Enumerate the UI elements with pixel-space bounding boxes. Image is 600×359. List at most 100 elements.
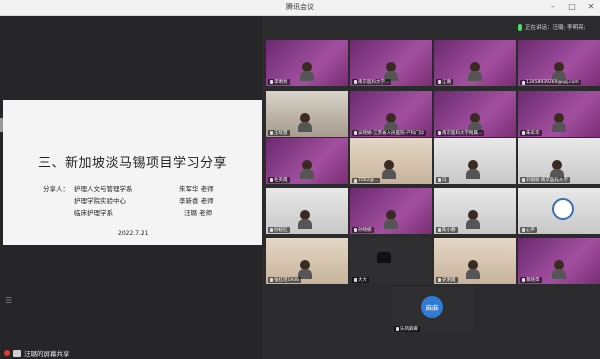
participant-tile[interactable]: 蒋晓萍: [518, 238, 600, 284]
participant-tile[interactable]: 张红瑶1936: [266, 238, 348, 284]
participant-name-tag: 孙晓楠: [352, 227, 374, 233]
mic-icon: [522, 228, 525, 232]
participant-name-tag: 大大: [352, 277, 369, 283]
participant-name-tag: 陈小静: [436, 227, 458, 233]
person-video: [552, 62, 566, 82]
screen-share-status[interactable]: 汪璐的屏幕共享: [4, 348, 70, 358]
participant-name-tag: 心平: [520, 227, 537, 233]
person-video: [466, 160, 480, 180]
sharer-dept: 临床护理学系: [74, 209, 113, 217]
mic-icon: [354, 278, 357, 282]
participant-tile[interactable]: 李明亮: [266, 40, 348, 86]
participant-name: 孙姣红: [274, 228, 288, 233]
mic-icon: [354, 131, 357, 135]
participant-name-tag: 刘丽丽·南京医科大学: [520, 177, 570, 183]
presentation-slide: 三、新加坡淡马锡项目学习分享 分享人： 护理人文与管理学系 朱军华 老师 护理学…: [3, 100, 262, 245]
person-video: [468, 62, 482, 82]
participant-name-tag: 王晓慧: [268, 130, 290, 136]
mic-icon: [522, 131, 525, 135]
mic-icon: [438, 131, 441, 135]
mic-icon: [270, 228, 273, 232]
participant-name-tag: 南京医科大学...: [352, 79, 392, 85]
participant-tile[interactable]: 史明霞: [434, 238, 516, 284]
participant-tile[interactable]: 南京医科大学附属...: [434, 91, 516, 137]
mic-icon: [396, 327, 399, 331]
app-title: 腾讯会议: [286, 3, 314, 11]
participant-name: 江璐: [442, 80, 451, 85]
person-video: [382, 160, 396, 180]
participant-name-tag: 吴晓娟-江苏省人民医院-产科门诊: [352, 130, 427, 136]
mic-icon: [354, 80, 357, 84]
participant-tile[interactable]: 陈小静: [434, 188, 516, 234]
sharer-name: 朱军华 老师: [179, 185, 214, 193]
participant-name-tag: 李明亮: [268, 79, 290, 85]
recording-dot-icon: [4, 350, 10, 356]
participant-tile[interactable]: 孙晓楠: [350, 188, 432, 234]
mic-icon: [270, 278, 273, 282]
mic-icon: [270, 80, 273, 84]
participant-name: 毛英霞: [274, 178, 288, 183]
mic-icon: [354, 228, 357, 232]
participant-name-tag: 蒋晓萍: [520, 277, 542, 283]
participant-tile[interactable]: 冯: [434, 138, 516, 184]
participant-tile[interactable]: 江璐: [434, 40, 516, 86]
minimize-icon[interactable]: –: [548, 2, 558, 12]
participant-name-tag: 7002@...: [352, 178, 381, 183]
participant-tile[interactable]: 毛英霞: [266, 138, 348, 184]
participant-tile[interactable]: 心平: [518, 188, 600, 234]
participant-tile[interactable]: 王晓慧: [266, 91, 348, 137]
participant-name-tag: 南京医科大学附属...: [436, 130, 485, 136]
person-video: [552, 113, 566, 133]
participant-tile[interactable]: 朱军华: [518, 91, 600, 137]
mask-avatar-icon: [377, 252, 391, 263]
participant-name: 大大: [358, 278, 367, 283]
participant-tile[interactable]: 南京医科大学...: [350, 40, 432, 86]
close-icon[interactable]: ✕: [586, 2, 596, 12]
mic-icon: [438, 278, 441, 282]
mic-icon: [438, 178, 441, 182]
person-video: [300, 160, 314, 180]
participant-name: 吴晓娟-江苏省人民医院-产科门诊: [358, 131, 425, 136]
participant-name: 7002@...: [358, 178, 379, 183]
screen-share-icon: [13, 349, 21, 357]
mic-icon: [522, 178, 525, 182]
participant-tile[interactable]: 13458939269@qq.com: [518, 40, 600, 86]
person-video: [466, 260, 480, 280]
participant-name-tag: 朱军华: [520, 130, 542, 136]
school-logo-icon: [552, 198, 574, 220]
sharer-dept: 护理人文与管理学系: [74, 185, 133, 193]
participant-tile[interactable]: 大大: [350, 238, 432, 284]
person-video: [552, 260, 566, 280]
participant-name: 陈小静: [442, 228, 456, 233]
sharer-name: 李新香 老师: [179, 197, 214, 205]
participant-name: 李明亮: [274, 80, 288, 85]
title-bar: 腾讯会议 – □ ✕: [0, 0, 600, 16]
participant-name: 王晓慧: [274, 131, 288, 136]
person-video: [300, 62, 314, 82]
mic-icon: [270, 178, 273, 182]
mic-icon: [522, 278, 525, 282]
person-video: [466, 210, 480, 230]
participant-name: 乐风麻麻: [400, 327, 418, 332]
mic-icon: [438, 80, 441, 84]
participant-name: 张红瑶1936: [274, 278, 299, 283]
maximize-icon[interactable]: □: [567, 2, 577, 12]
participant-tile[interactable]: 刘丽丽·南京医科大学: [518, 138, 600, 184]
participant-name: 朱军华: [526, 131, 540, 136]
participant-name-tag: 张红瑶1936: [268, 277, 301, 283]
participant-tile[interactable]: 7002@...: [350, 138, 432, 184]
mic-icon: [522, 80, 525, 85]
participant-tile[interactable]: 孙姣红: [266, 188, 348, 234]
speaking-label: 正在讲话：汪璐; 李明亮;: [525, 25, 586, 31]
mic-icon: [270, 131, 273, 135]
participant-name-tag: 冯: [436, 177, 449, 183]
sharer-dept: 护理学院实验中心: [74, 197, 126, 205]
participant-tile[interactable]: 吴晓娟-江苏省人民医院-产科门诊: [350, 91, 432, 137]
participant-name-tag: 孙姣红: [268, 227, 290, 233]
slide-heading: 三、新加坡淡马锡项目学习分享: [37, 156, 227, 171]
mic-icon: [438, 228, 441, 232]
window-controls: – □ ✕: [548, 2, 596, 12]
speaking-indicator: 正在讲话：汪璐; 李明亮;: [518, 23, 585, 31]
list-icon[interactable]: ☰: [5, 296, 12, 305]
participant-name-tag: 江璐: [436, 79, 453, 85]
